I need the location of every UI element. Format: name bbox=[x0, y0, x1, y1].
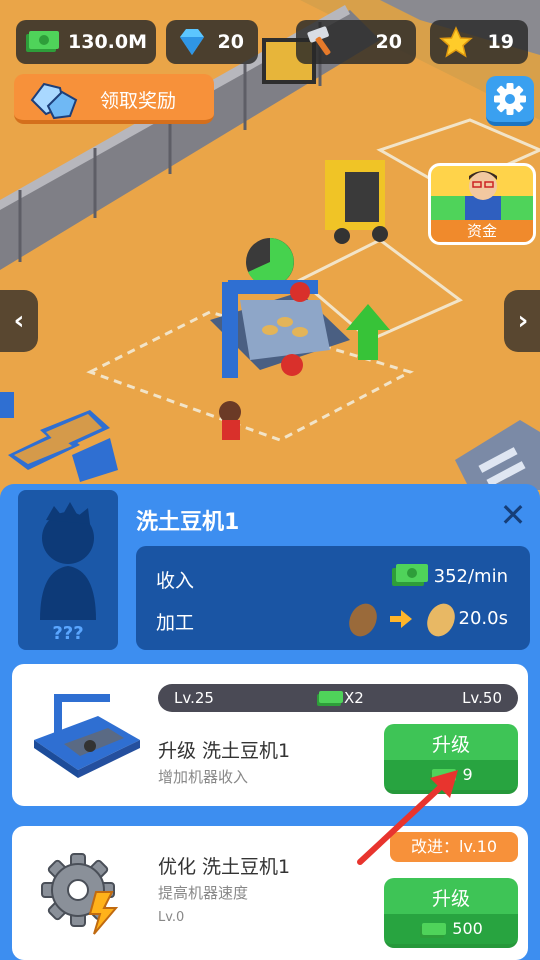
close-button[interactable]: ✕ bbox=[496, 498, 530, 532]
upgrade-subtitle: 增加机器收入 bbox=[158, 768, 249, 786]
cash-counter: 130.0M bbox=[16, 20, 156, 64]
portrait-unknown-label: ??? bbox=[52, 623, 84, 644]
close-icon: ✕ bbox=[499, 496, 527, 534]
machine-stats-box: 收入 352/min 加工 20.0s bbox=[136, 546, 530, 650]
optimize-button-label: 升级 bbox=[431, 888, 470, 910]
gems-value: 20 bbox=[217, 31, 244, 53]
manager-portrait-slot[interactable]: ??? bbox=[18, 490, 118, 650]
chevron-left-icon: ‹ bbox=[13, 306, 25, 336]
income-value: 352/min bbox=[433, 566, 508, 587]
stars-counter: 19 bbox=[430, 20, 528, 64]
claim-reward-label: 领取奖励 bbox=[100, 90, 177, 112]
income-label: 收入 bbox=[156, 570, 195, 592]
claim-reward-button[interactable]: 领取奖励 bbox=[14, 74, 214, 124]
gems-counter: 20 bbox=[166, 20, 258, 64]
optimize-subtitle: 提高机器速度 bbox=[158, 884, 249, 902]
next-arrow-button[interactable]: › bbox=[504, 290, 540, 352]
gear-lightning-icon bbox=[41, 853, 119, 935]
crystal-icon bbox=[30, 82, 78, 120]
optimize-price: 500 bbox=[384, 914, 518, 944]
optimize-title: 优化 洗土豆机1 bbox=[158, 856, 291, 878]
cash-value: 130.0M bbox=[68, 31, 148, 53]
hammer-icon bbox=[307, 26, 331, 56]
tools-value: 20 bbox=[375, 31, 402, 53]
income-multiplier: X2 bbox=[344, 689, 364, 707]
cash-icon bbox=[420, 922, 447, 938]
cash-icon bbox=[392, 564, 428, 586]
cash-icon bbox=[26, 31, 59, 52]
cash-icon bbox=[317, 691, 343, 706]
star-icon bbox=[439, 26, 473, 58]
previous-arrow-button[interactable]: ‹ bbox=[0, 290, 38, 352]
funds-button[interactable]: 资金 bbox=[428, 163, 536, 245]
chevron-right-icon: › bbox=[517, 306, 529, 336]
upgrade-title: 升级 洗土豆机1 bbox=[158, 740, 291, 762]
optimize-price-value: 500 bbox=[452, 919, 483, 938]
tutorial-arrow-icon bbox=[357, 770, 458, 865]
stars-value: 19 bbox=[487, 31, 514, 53]
optimize-upgrade-button[interactable]: 升级 500 bbox=[384, 878, 518, 948]
washed-potato-icon bbox=[427, 603, 455, 637]
upgrade-button-label: 升级 bbox=[431, 734, 470, 756]
silhouette-icon bbox=[40, 502, 96, 620]
arrow-right-icon bbox=[390, 610, 412, 628]
level-from: Lv.25 bbox=[174, 689, 214, 707]
funds-label: 资金 bbox=[431, 220, 533, 242]
diamond-icon bbox=[180, 29, 204, 55]
level-progress-bar: Lv.25 X2 Lv.50 bbox=[158, 684, 518, 712]
process-time-value: 20.0s bbox=[458, 608, 508, 629]
optimize-level: Lv.0 bbox=[158, 910, 185, 925]
settings-button[interactable] bbox=[486, 76, 534, 126]
process-label: 加工 bbox=[156, 612, 195, 634]
washing-machine-icon bbox=[34, 694, 140, 778]
raw-potato-icon bbox=[349, 603, 377, 637]
level-to: Lv.50 bbox=[462, 689, 502, 707]
manager-avatar-icon bbox=[431, 171, 533, 224]
gear-icon bbox=[494, 83, 526, 115]
tools-counter: 20 bbox=[296, 20, 416, 64]
machine-title: 洗土豆机1 bbox=[136, 510, 240, 535]
